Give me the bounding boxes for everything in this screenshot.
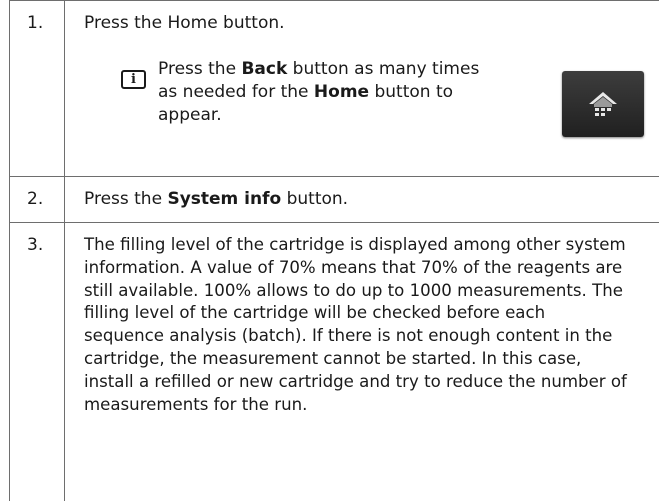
step-row-2: 2. Press the System info button.	[9, 176, 659, 222]
home-button-icon	[589, 92, 617, 116]
step-text: Press the Home button.	[84, 13, 285, 33]
instruction-steps-table: 1. Press the Home button. i Press the Ba…	[9, 0, 659, 501]
note-text: Press the Back button as many times as n…	[158, 59, 480, 125]
info-note: i Press the Back button as many times as…	[121, 58, 651, 168]
step-row-1: 1. Press the Home button. i Press the Ba…	[9, 0, 659, 176]
step-number: 2.	[27, 189, 44, 209]
step-text: Press the System info button.	[84, 189, 349, 209]
step-number: 3.	[27, 235, 44, 255]
step-text: The filling level of the cartridge is di…	[84, 235, 627, 414]
info-icon: i	[121, 70, 146, 89]
home-button-image	[562, 71, 644, 137]
step-row-3: 3. The filling level of the cartridge is…	[9, 222, 659, 501]
step-number: 1.	[27, 13, 44, 33]
